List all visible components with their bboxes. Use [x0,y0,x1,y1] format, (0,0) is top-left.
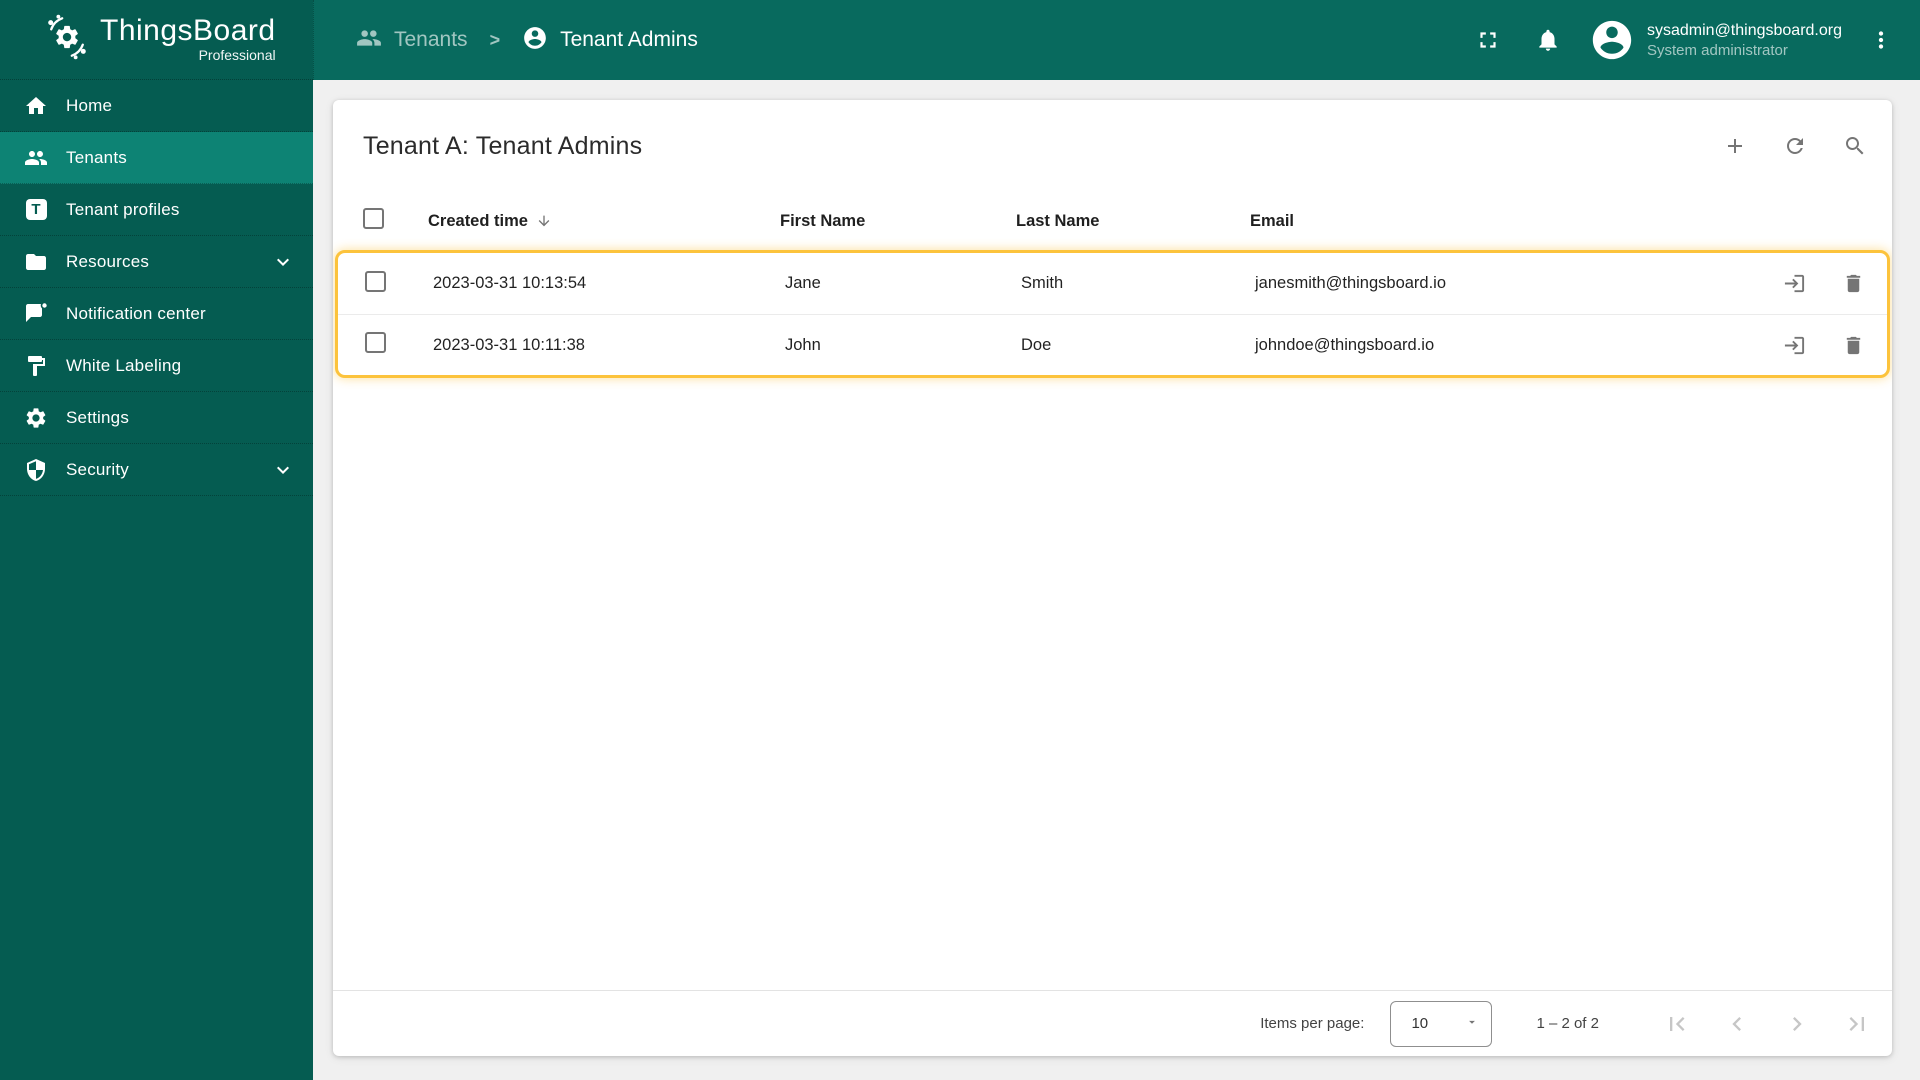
user-info[interactable]: sysadmin@thingsboard.org System administ… [1647,20,1842,61]
last-page-icon[interactable] [1843,1010,1871,1038]
sidebar: ThingsBoard Professional Home Tenants T … [0,0,313,1080]
paint-roller-icon [23,353,49,379]
fullscreen-icon[interactable] [1475,27,1501,53]
sidebar-item-security[interactable]: Security [0,444,313,496]
previous-page-icon[interactable] [1723,1010,1751,1038]
row-checkbox[interactable] [365,270,386,292]
cell-first-name: Jane [785,274,821,292]
paginator: Items per page: 10 1 – 2 of 2 [333,990,1892,1056]
page-range-label: 1 – 2 of 2 [1536,1015,1599,1032]
items-per-page-select[interactable]: 10 [1390,1000,1493,1047]
breadcrumb-separator: > [489,29,501,50]
sidebar-item-label: Tenants [66,147,127,167]
login-as-user-icon[interactable] [1783,272,1806,295]
card-toolbar [1723,134,1867,158]
column-header-email[interactable]: Email [1250,212,1294,230]
sort-desc-arrow-icon[interactable] [536,213,552,229]
pagination-buttons [1663,1010,1871,1038]
content-area: Tenant A: Tenant Admins Created time Fir… [313,80,1920,1080]
thingsboard-app: ThingsBoard Professional Home Tenants T … [0,0,1920,1080]
cell-email: janesmith@thingsboard.io [1255,274,1447,292]
breadcrumb-tenant-admins[interactable]: Tenant Admins [522,25,698,56]
header-actions: sysadmin@thingsboard.org System administ… [1475,17,1894,63]
notifications-bell-icon[interactable] [1535,27,1561,53]
table-header-row: Created time First Name Last Name Email [333,192,1892,250]
sidebar-item-settings[interactable]: Settings [0,392,313,444]
select-all-checkbox[interactable] [363,208,384,229]
cell-created-time: 2023-03-31 10:11:38 [433,335,585,354]
gear-icon [23,405,49,431]
table-row[interactable]: 2023-03-31 10:13:54 Jane Smith janesmith… [338,253,1887,314]
search-icon[interactable] [1843,134,1867,158]
delete-trash-icon[interactable] [1842,272,1865,295]
cell-last-name: Smith [1021,274,1064,292]
tenant-profile-icon: T [23,197,49,223]
breadcrumb: Tenants > Tenant Admins [356,25,1475,56]
people-icon [356,25,382,56]
user-avatar[interactable] [1589,17,1635,63]
dropdown-caret-icon [1465,1015,1479,1033]
table-row[interactable]: 2023-03-31 10:11:38 John Doe johndoe@thi… [338,314,1887,375]
row-checkbox[interactable] [365,332,386,353]
sidebar-item-label: Notification center [66,303,206,323]
items-per-page-value: 10 [1411,1015,1429,1032]
items-per-page-label: Items per page: [1260,1015,1365,1032]
folder-icon [23,249,49,275]
notification-center-icon [23,301,49,327]
sidebar-item-tenants[interactable]: Tenants [0,132,313,184]
sidebar-item-resources[interactable]: Resources [0,236,313,288]
top-header: Tenants > Tenant Admins sysadmin@thingsb… [313,0,1920,80]
chevron-down-icon [271,458,295,482]
breadcrumb-tenants[interactable]: Tenants [356,25,468,56]
column-header-created-time[interactable]: Created time [428,212,528,231]
cell-email: johndoe@thingsboard.io [1255,335,1435,354]
column-header-first-name[interactable]: First Name [780,212,865,230]
card-header: Tenant A: Tenant Admins [333,100,1892,192]
sidebar-item-tenant-profiles[interactable]: T Tenant profiles [0,184,313,236]
login-as-user-icon[interactable] [1783,334,1806,357]
sidebar-item-label: White Labeling [66,355,182,375]
page-title: Tenant A: Tenant Admins [363,131,643,160]
app-logo[interactable]: ThingsBoard Professional [0,0,313,80]
cell-last-name: Doe [1021,335,1052,354]
sidebar-item-label: Tenant profiles [66,199,180,219]
tenant-admins-card: Tenant A: Tenant Admins Created time Fir… [333,100,1892,1056]
people-icon [23,145,49,171]
sidebar-item-label: Home [66,95,113,115]
column-header-last-name[interactable]: Last Name [1016,212,1099,230]
thingsboard-logo-icon [44,14,90,65]
cell-first-name: John [785,335,821,354]
sidebar-item-notification-center[interactable]: Notification center [0,288,313,340]
sidebar-item-label: Settings [66,407,130,427]
kebab-menu-icon[interactable] [1868,27,1894,53]
delete-trash-icon[interactable] [1842,334,1865,357]
account-circle-icon [522,25,548,56]
cell-created-time: 2023-03-31 10:13:54 [433,274,587,292]
app-edition: Professional [198,47,276,63]
next-page-icon[interactable] [1783,1010,1811,1038]
sidebar-menu: Home Tenants T Tenant profiles Resources [0,80,313,496]
add-icon[interactable] [1723,134,1747,158]
home-icon [23,93,49,119]
main-area: Tenants > Tenant Admins sysadmin@thingsb… [313,0,1920,1080]
highlighted-rows-group: 2023-03-31 10:13:54 Jane Smith janesmith… [335,250,1890,378]
table-empty-space [333,378,1892,990]
app-name: ThingsBoard [100,14,276,47]
user-email: sysadmin@thingsboard.org [1646,21,1842,39]
chevron-down-icon [271,250,295,274]
sidebar-item-label: Resources [66,251,150,271]
sidebar-item-label: Security [66,459,130,479]
refresh-icon[interactable] [1783,134,1807,158]
sidebar-item-white-labeling[interactable]: White Labeling [0,340,313,392]
shield-icon [23,457,49,483]
user-role: System administrator [1646,41,1788,59]
first-page-icon[interactable] [1663,1010,1691,1038]
sidebar-item-home[interactable]: Home [0,80,313,132]
